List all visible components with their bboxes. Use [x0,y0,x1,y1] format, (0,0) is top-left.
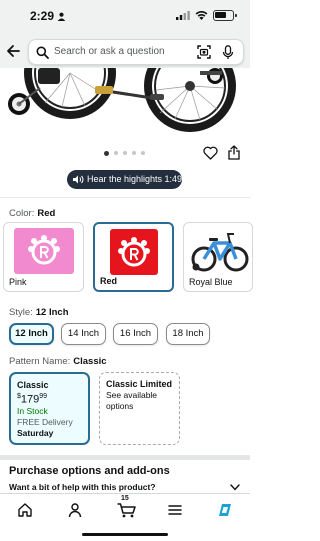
price: $17999 [17,391,82,406]
person-icon [57,12,66,21]
style-label-text: Style: [9,307,33,318]
back-arrow-icon[interactable] [6,44,20,58]
color-selected: Red [37,208,56,219]
pink-swatch-image [13,228,74,274]
style-label: Style: 12 Inch [9,307,69,318]
product-image[interactable] [0,68,250,138]
hear-highlights-label: Hear the highlights 1:49 [87,174,183,184]
home-icon[interactable] [17,502,33,518]
delivery-day: Saturday [17,427,54,438]
search-input[interactable]: Search or ask a question [54,46,165,57]
rufus-ai-icon[interactable] [217,502,233,518]
menu-icon[interactable] [167,502,183,518]
section-divider [0,455,250,460]
top-bar: 2:29 Search or ask a question [0,0,250,68]
pagination-dot[interactable] [132,151,136,155]
share-icon[interactable] [228,145,240,160]
cart-count: 15 [121,495,129,502]
pattern-option-classic[interactable]: Classic $17999 In Stock FREE Delivery Sa… [9,372,90,445]
purchase-options-heading: Purchase options and add-ons [9,465,170,477]
divider [0,197,250,198]
pagination-dot[interactable] [141,151,145,155]
price-fraction: 99 [39,393,48,400]
pattern-label-text: Pattern Name: [9,356,71,367]
pattern-title: Classic [17,380,49,390]
cart-icon[interactable] [117,502,137,518]
battery-icon [213,10,237,21]
help-prompt[interactable]: Want a bit of help with this product? [9,482,156,492]
color-option-label: Pink [9,277,27,287]
status-time: 2:29 [30,9,55,23]
brand-logo-icon [117,237,150,267]
bike-image [8,68,236,132]
color-option-label: Royal Blue [189,277,233,287]
size-option-12-inch[interactable]: 12 Inch [9,323,54,345]
pagination-dot[interactable] [104,150,109,156]
color-option-label: Red [100,276,118,286]
home-indicator [82,533,168,536]
blue-bike-image [191,233,249,272]
pagination-dot[interactable] [114,151,118,155]
color-option-royal-blue[interactable]: Royal Blue [183,222,253,292]
pattern-title: Classic Limited [106,379,173,389]
color-option-red[interactable]: Red [93,222,174,292]
style-selected: 12 Inch [35,307,69,318]
heart-icon[interactable] [203,146,218,160]
pagination-dot[interactable] [123,151,127,155]
wifi-icon [195,10,208,20]
color-label: Color: Red [9,208,55,219]
hear-highlights-button[interactable]: Hear the highlights 1:49 [67,170,182,189]
account-icon[interactable] [67,502,83,518]
color-label-text: Color: [9,208,35,219]
camera-scan-icon[interactable] [197,45,211,59]
status-bar: 2:29 [0,0,250,32]
delivery-text: FREE Delivery [17,416,73,427]
pattern-selected: Classic [73,356,107,367]
color-option-pink[interactable]: Pink [3,222,84,292]
price-whole: 179 [20,393,40,406]
size-option-18-inch[interactable]: 18 Inch [166,323,210,345]
chevron-down-icon[interactable] [230,484,240,491]
pattern-option-classic-limited[interactable]: Classic Limited See available options [99,372,180,445]
search-bar[interactable]: Search or ask a question [28,39,244,65]
pattern-label: Pattern Name: Classic [9,356,107,367]
speaker-icon [73,175,84,184]
size-option-14-inch[interactable]: 14 Inch [61,323,106,345]
size-option-16-inch[interactable]: 16 Inch [113,323,158,345]
search-icon [36,46,49,59]
image-pagination[interactable] [104,150,148,157]
stock-status: In Stock [17,405,48,416]
cellular-signal-icon [176,11,190,20]
red-swatch-image [109,229,158,275]
microphone-icon[interactable] [222,45,234,60]
pattern-note: See available options [106,390,158,411]
brand-logo-icon [27,235,60,265]
